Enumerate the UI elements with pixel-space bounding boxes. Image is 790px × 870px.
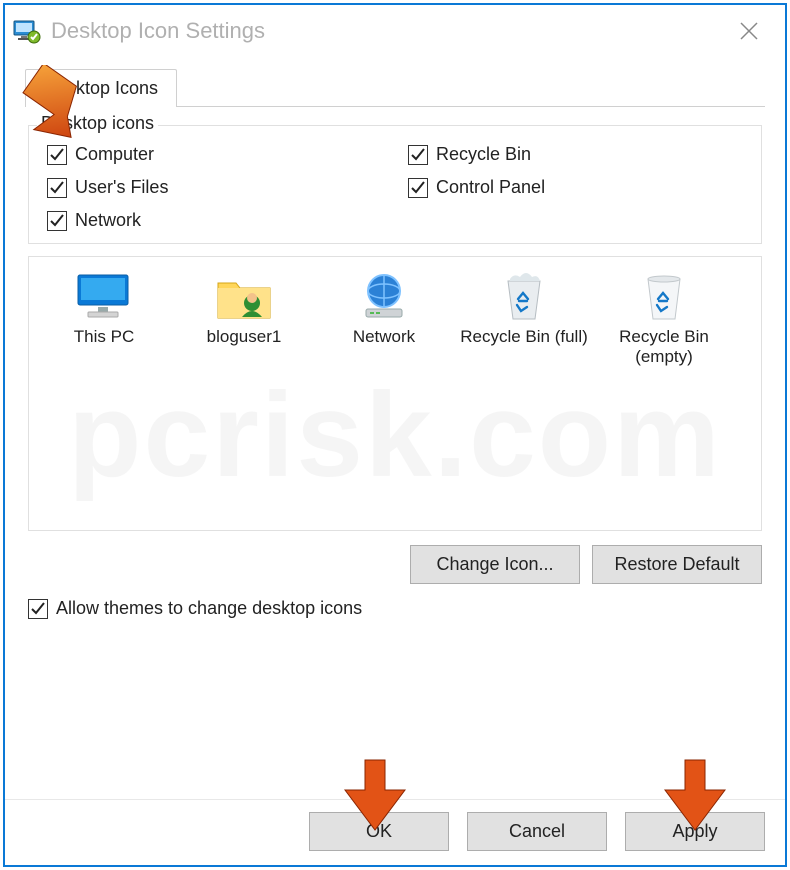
- titlebar: Desktop Icon Settings: [5, 5, 785, 57]
- dialog-footer: OK Cancel Apply: [5, 799, 785, 865]
- icon-item-recycle-empty[interactable]: Recycle Bin (empty): [599, 271, 729, 366]
- cancel-button[interactable]: Cancel: [467, 812, 607, 851]
- icon-label: Recycle Bin (full): [460, 327, 588, 347]
- checkbox-label: Recycle Bin: [436, 144, 531, 165]
- tabstrip: Desktop Icons: [25, 69, 765, 107]
- icon-label: bloguser1: [207, 327, 282, 347]
- checkbox-label: Network: [75, 210, 141, 231]
- client-area: Desktop Icons Desktop icons Computer: [5, 57, 785, 799]
- apply-button[interactable]: Apply: [625, 812, 765, 851]
- icon-action-row: Change Icon... Restore Default: [28, 545, 762, 584]
- icon-item-this-pc[interactable]: This PC: [39, 271, 169, 366]
- user-folder-icon: [212, 271, 276, 323]
- checkbox-allow-themes[interactable]: Allow themes to change desktop icons: [28, 598, 764, 619]
- desktop-icon-settings-window: pcrisk.com Desktop Icon Settings Desktop…: [3, 3, 787, 867]
- close-button[interactable]: [719, 5, 779, 57]
- this-pc-icon: [72, 271, 136, 323]
- icon-item-user[interactable]: bloguser1: [179, 271, 309, 366]
- desktop-settings-icon: [13, 17, 41, 45]
- change-icon-button[interactable]: Change Icon...: [410, 545, 580, 584]
- checkbox-label: Control Panel: [436, 177, 545, 198]
- checkbox-label: Allow themes to change desktop icons: [56, 598, 362, 619]
- recycle-bin-empty-icon: [632, 271, 696, 323]
- checkbox-network[interactable]: Network: [47, 210, 388, 231]
- icon-label: This PC: [74, 327, 134, 347]
- checkmark-icon: [28, 599, 48, 619]
- tab-body: Desktop icons Computer Recycle Bin: [25, 107, 765, 791]
- close-icon: [739, 21, 759, 41]
- recycle-bin-full-icon: [492, 271, 556, 323]
- icon-item-network[interactable]: Network: [319, 271, 449, 366]
- restore-default-button[interactable]: Restore Default: [592, 545, 762, 584]
- checkbox-label: User's Files: [75, 177, 168, 198]
- checkmark-icon: [47, 178, 67, 198]
- groupbox-desktop-icons: Desktop icons Computer Recycle Bin: [28, 125, 762, 244]
- window-title: Desktop Icon Settings: [51, 18, 265, 44]
- checkbox-label: Computer: [75, 144, 154, 165]
- checkmark-icon: [47, 145, 67, 165]
- checkbox-control-panel[interactable]: Control Panel: [408, 177, 749, 198]
- checkmark-icon: [408, 145, 428, 165]
- checkbox-computer[interactable]: Computer: [47, 144, 388, 165]
- network-icon: [352, 271, 416, 323]
- ok-button[interactable]: OK: [309, 812, 449, 851]
- icon-item-recycle-full[interactable]: Recycle Bin (full): [459, 271, 589, 366]
- icon-label: Network: [353, 327, 415, 347]
- checkmark-icon: [408, 178, 428, 198]
- checkbox-recycle-bin[interactable]: Recycle Bin: [408, 144, 749, 165]
- tab-desktop-icons[interactable]: Desktop Icons: [25, 69, 177, 107]
- icon-label: Recycle Bin (empty): [599, 327, 729, 366]
- groupbox-caption: Desktop icons: [37, 113, 158, 134]
- icon-preview-well: This PC bloguser1: [28, 256, 762, 531]
- checkmark-icon: [47, 211, 67, 231]
- checkbox-users-files[interactable]: User's Files: [47, 177, 388, 198]
